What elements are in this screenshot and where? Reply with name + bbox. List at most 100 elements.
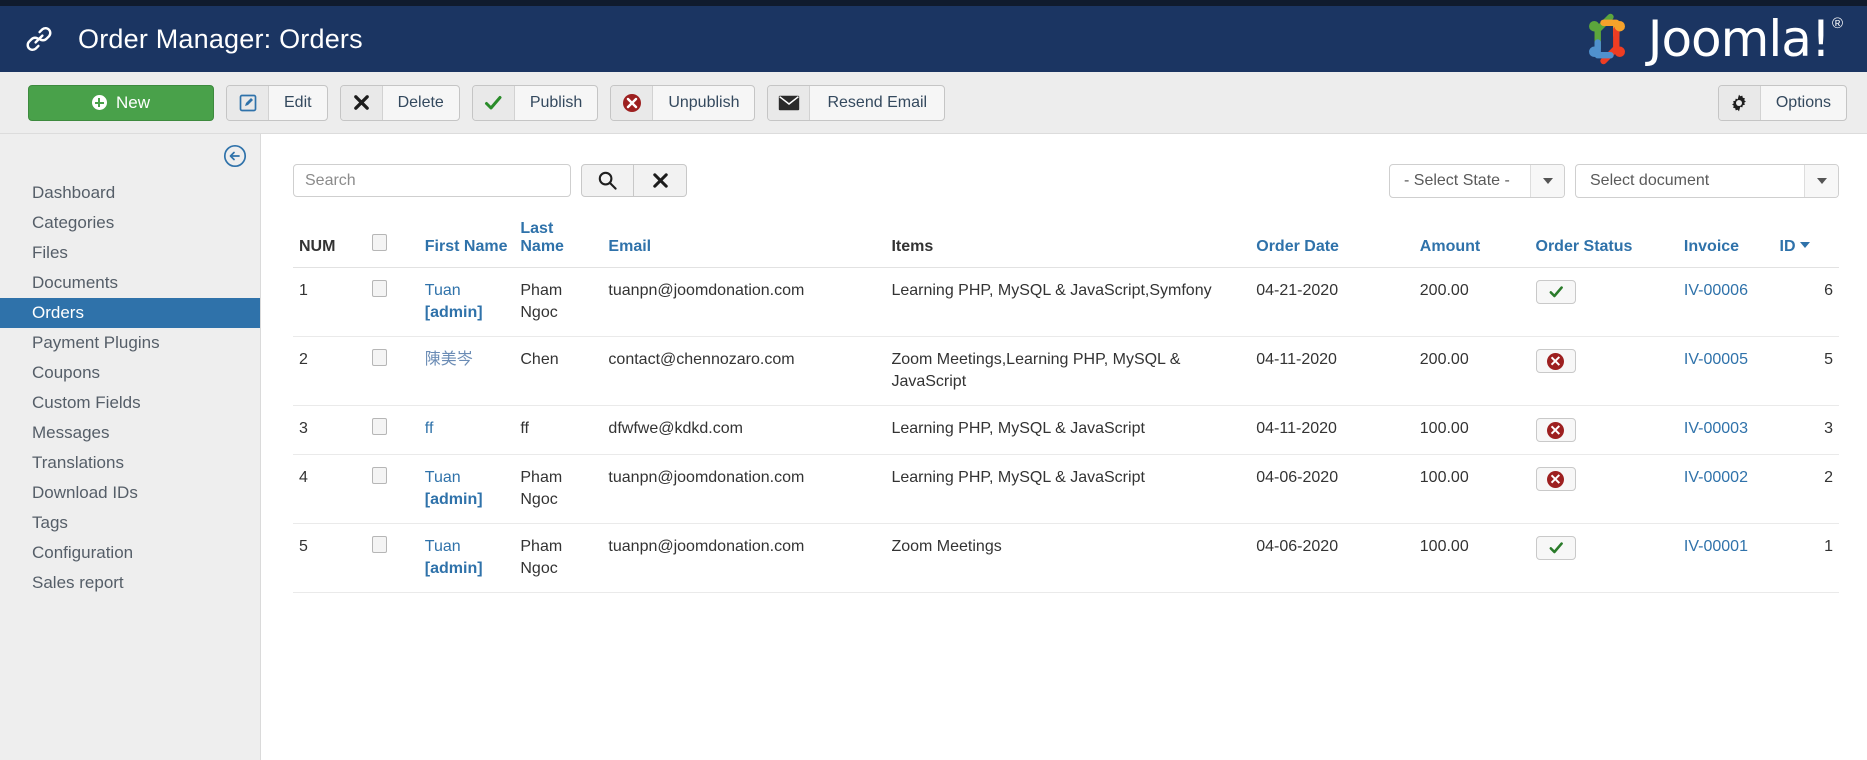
status-badge-published[interactable] bbox=[1535, 536, 1576, 560]
document-select[interactable]: Select document bbox=[1575, 164, 1839, 198]
row-checkbox[interactable] bbox=[371, 536, 387, 553]
search-buttons bbox=[581, 164, 687, 197]
invoice-link[interactable]: IV-00003 bbox=[1684, 420, 1748, 437]
sidebar-item-files[interactable]: Files bbox=[0, 238, 260, 268]
orders-table: NUM First Name Last Name Email Items Ord… bbox=[293, 220, 1839, 593]
select-all-checkbox[interactable] bbox=[371, 234, 387, 251]
unpublish-button[interactable]: Unpublish bbox=[610, 84, 756, 121]
column-header-first-name[interactable]: First Name bbox=[418, 220, 515, 268]
invoice-link[interactable]: IV-00005 bbox=[1684, 351, 1748, 368]
column-header-order-date[interactable]: Order Date bbox=[1250, 220, 1414, 268]
sidebar-item-payment-plugins[interactable]: Payment Plugins bbox=[0, 328, 260, 358]
cell-check bbox=[365, 405, 419, 455]
row-checkbox[interactable] bbox=[371, 280, 387, 297]
column-header-last-name[interactable]: Last Name bbox=[514, 220, 603, 268]
sidebar-item-orders[interactable]: Orders bbox=[0, 298, 260, 328]
column-header-amount[interactable]: Amount bbox=[1413, 220, 1530, 268]
state-select[interactable]: - Select State - bbox=[1389, 164, 1565, 198]
sidebar-item-translations[interactable]: Translations bbox=[0, 448, 260, 478]
sidebar-item-label: Configuration bbox=[32, 543, 134, 562]
row-checkbox[interactable] bbox=[371, 418, 387, 435]
cell-invoice: IV-00006 bbox=[1677, 267, 1774, 337]
cell-invoice: IV-00005 bbox=[1677, 336, 1774, 406]
sidebar-item-messages[interactable]: Messages bbox=[0, 418, 260, 448]
sidebar-item-coupons[interactable]: Coupons bbox=[0, 358, 260, 388]
cell-invoice: IV-00003 bbox=[1677, 405, 1774, 455]
cell-last-name: Pham Ngoc bbox=[514, 523, 603, 593]
cell-amount: 100.00 bbox=[1413, 454, 1530, 524]
new-button[interactable]: New bbox=[28, 84, 214, 121]
check-icon bbox=[1549, 542, 1563, 554]
invoice-link[interactable]: IV-00001 bbox=[1684, 538, 1748, 555]
delete-button-label: Delete bbox=[397, 93, 444, 111]
link-icon bbox=[22, 22, 56, 56]
search-input[interactable] bbox=[293, 164, 571, 197]
cell-first-name: Tuan [admin] bbox=[418, 523, 515, 593]
row-checkbox[interactable] bbox=[371, 349, 387, 366]
sidebar-item-dashboard[interactable]: Dashboard bbox=[0, 178, 260, 208]
x-circle-icon bbox=[1547, 470, 1564, 488]
table-header-row: NUM First Name Last Name Email Items Ord… bbox=[293, 220, 1839, 268]
cell-items: Learning PHP, MySQL & JavaScript bbox=[885, 454, 1251, 524]
delete-button[interactable]: Delete bbox=[339, 84, 460, 121]
cell-items: Zoom Meetings,Learning PHP, MySQL & Java… bbox=[885, 336, 1251, 406]
status-badge-published[interactable] bbox=[1535, 280, 1576, 304]
admin-tag: [admin] bbox=[424, 304, 483, 321]
order-first-name-link[interactable]: 陳美岑 bbox=[425, 351, 473, 368]
search-clear-button[interactable] bbox=[634, 164, 687, 197]
close-x-icon bbox=[340, 85, 383, 120]
order-first-name-link[interactable]: Tuan bbox=[425, 538, 461, 555]
status-badge-unpublished[interactable] bbox=[1535, 467, 1576, 491]
status-badge-unpublished[interactable] bbox=[1535, 418, 1576, 442]
document-select-value: Select document bbox=[1590, 172, 1710, 189]
column-header-email[interactable]: Email bbox=[602, 220, 886, 268]
search-submit-button[interactable] bbox=[581, 164, 634, 197]
sidebar-item-configuration[interactable]: Configuration bbox=[0, 538, 260, 568]
invoice-link[interactable]: IV-00006 bbox=[1684, 282, 1748, 299]
publish-button[interactable]: Publish bbox=[471, 84, 599, 121]
joomla-wordmark: Joomla! ® bbox=[1648, 14, 1843, 64]
cell-email: contact@chennozaro.com bbox=[602, 336, 886, 406]
edit-button[interactable]: Edit bbox=[226, 84, 328, 121]
cell-order-date: 04-06-2020 bbox=[1250, 523, 1414, 593]
edit-button-label: Edit bbox=[284, 93, 312, 111]
cell-id: 5 bbox=[1773, 336, 1839, 406]
x-circle-icon bbox=[611, 85, 654, 120]
search-area bbox=[293, 164, 687, 197]
sidebar-item-documents[interactable]: Documents bbox=[0, 268, 260, 298]
sidebar: Dashboard Categories Files Documents Orders P… bbox=[0, 134, 261, 760]
resend-email-button[interactable]: Resend Email bbox=[767, 84, 946, 121]
sidebar-item-label: Download IDs bbox=[32, 483, 138, 502]
cell-num: 1 bbox=[293, 267, 366, 337]
table-row: 4 Tuan [admin] Pham Ngoc tuanpn@joomdonation… bbox=[293, 454, 1839, 524]
table-row: 5 Tuan [admin] Pham Ngoc tuanpn@joomdonation… bbox=[293, 523, 1839, 593]
sidebar-item-sales-report[interactable]: Sales report bbox=[0, 568, 260, 598]
column-header-id[interactable]: ID bbox=[1773, 220, 1839, 268]
sidebar-item-custom-fields[interactable]: Custom Fields bbox=[0, 388, 260, 418]
cell-id: 1 bbox=[1773, 523, 1839, 593]
cell-check bbox=[365, 336, 419, 406]
cell-order-status bbox=[1529, 336, 1678, 406]
column-header-id-label: ID bbox=[1779, 238, 1796, 255]
column-header-items: Items bbox=[885, 220, 1251, 268]
order-first-name-link[interactable]: ff bbox=[425, 420, 434, 437]
collapse-left-icon[interactable] bbox=[223, 144, 247, 168]
sidebar-item-tags[interactable]: Tags bbox=[0, 508, 260, 538]
cell-last-name: Pham Ngoc bbox=[514, 267, 603, 337]
cell-amount: 100.00 bbox=[1413, 405, 1530, 455]
cell-num: 4 bbox=[293, 454, 366, 524]
cell-id: 2 bbox=[1773, 454, 1839, 524]
column-header-invoice[interactable]: Invoice bbox=[1677, 220, 1774, 268]
invoice-link[interactable]: IV-00002 bbox=[1684, 469, 1748, 486]
order-first-name-link[interactable]: Tuan bbox=[425, 282, 461, 299]
status-badge-unpublished[interactable] bbox=[1535, 349, 1576, 373]
column-header-order-status[interactable]: Order Status bbox=[1529, 220, 1678, 268]
cell-amount: 200.00 bbox=[1413, 336, 1530, 406]
options-button[interactable]: Options bbox=[1717, 84, 1847, 121]
sidebar-item-categories[interactable]: Categories bbox=[0, 208, 260, 238]
order-first-name-link[interactable]: Tuan bbox=[425, 469, 461, 486]
row-checkbox[interactable] bbox=[371, 467, 387, 484]
toolbar-secondary-actions: Options bbox=[1717, 84, 1847, 121]
sidebar-item-download-ids[interactable]: Download IDs bbox=[0, 478, 260, 508]
header-left: Order Manager: Orders bbox=[22, 22, 363, 56]
